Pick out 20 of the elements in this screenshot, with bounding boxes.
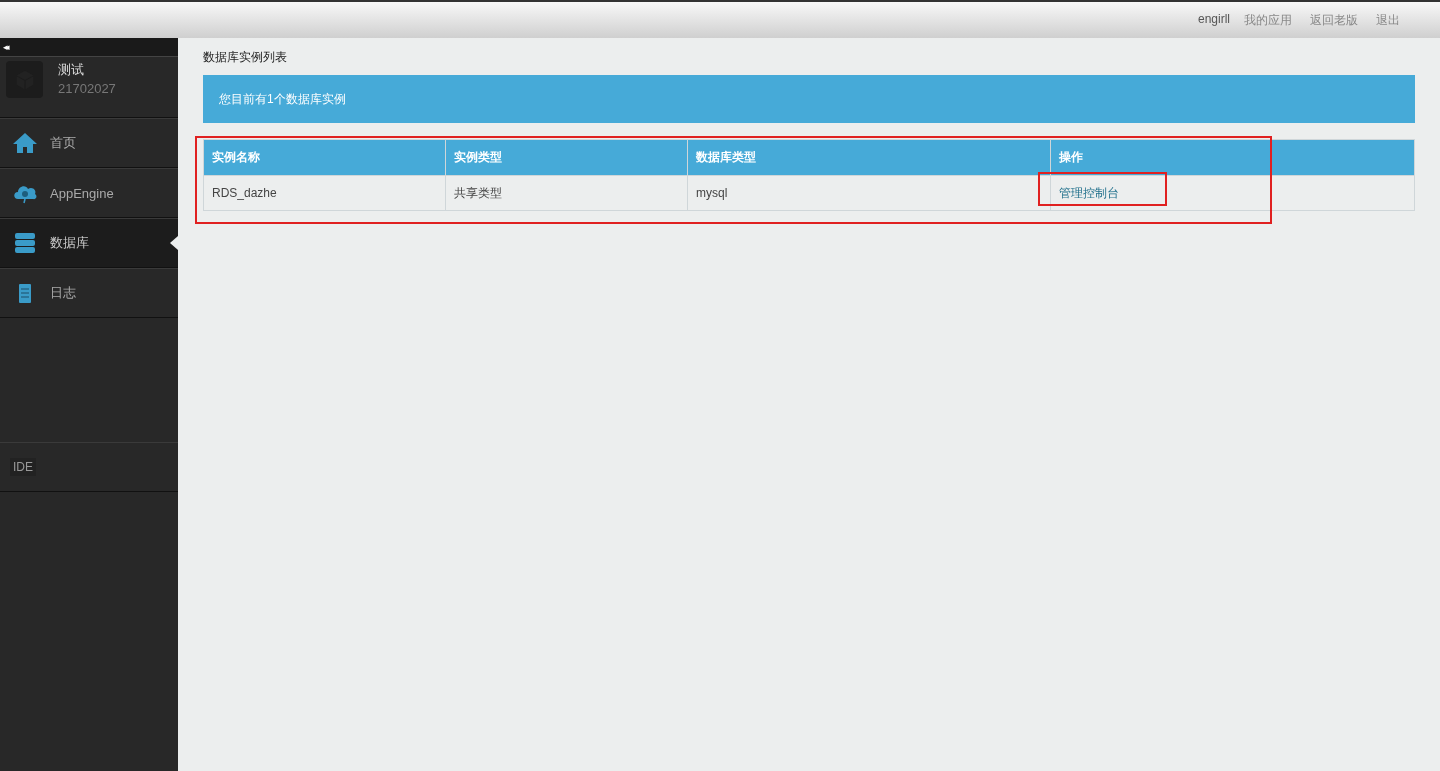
house-icon [12,132,38,154]
column-header: 实例类型 [445,139,688,176]
banner-text: 您目前有1个数据库实例 [219,90,346,108]
table-cell: RDS_dazhe [203,175,446,211]
collapse-button[interactable]: ◂◂ [3,42,7,52]
column-header: 实例名称 [203,139,446,176]
nav-item[interactable]: 首页 [0,118,178,168]
app-id: 21702027 [58,81,116,96]
table-cell: mysql [687,175,1051,211]
app-name: 测试 [58,61,85,79]
database-icon [12,232,38,254]
column-header: 操作 [1050,139,1415,176]
page-title: 数据库实例列表 [203,49,288,66]
column-header: 数据库类型 [687,139,1051,176]
nav-item[interactable]: 日志 [0,268,178,318]
username-link[interactable]: engirll [1198,11,1230,29]
console-link[interactable]: 管理控制台 [1059,185,1119,200]
nav-item[interactable]: 数据库 [0,218,178,268]
ide-button[interactable]: IDE [10,458,36,476]
table-cell: 共享类型 [445,175,688,211]
